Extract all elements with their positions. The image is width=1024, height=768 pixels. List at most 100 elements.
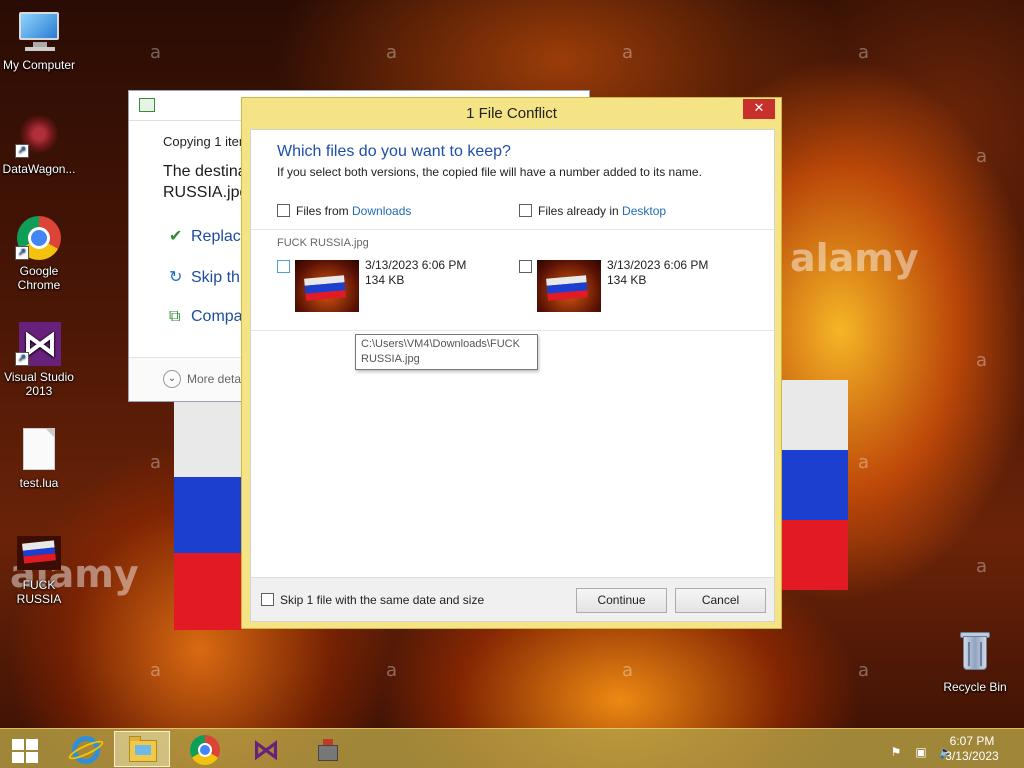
start-button[interactable]: [0, 731, 56, 767]
datawagon-icon: ↗: [15, 112, 63, 160]
shortcut-arrow-icon: ↗: [15, 246, 29, 260]
start-icon: [12, 739, 38, 763]
skip-option[interactable]: ↻ Skip th: [169, 267, 240, 287]
close-button[interactable]: ✕: [743, 99, 775, 119]
dialog-question: Which files do you want to keep?: [277, 143, 511, 160]
desktop-icon-label: FUCK RUSSIA: [16, 578, 62, 606]
chevron-down-icon: ⌄: [163, 370, 181, 388]
source-file-size: 134 KB: [365, 273, 405, 287]
dest-file-checkbox[interactable]: [519, 260, 532, 273]
compare-option[interactable]: ⧉ Compa: [169, 308, 243, 326]
source-file-checkbox[interactable]: [277, 260, 290, 273]
watermark-letter: a: [976, 146, 988, 167]
checkbox[interactable]: [277, 204, 290, 217]
dialog-titlebar[interactable]: 1 File Conflict ✕: [242, 98, 781, 128]
more-details-label: More deta: [187, 372, 242, 386]
copy-window-icon: [139, 98, 155, 112]
file-conflict-dialog[interactable]: 1 File Conflict ✕ Which files do you wan…: [241, 97, 782, 629]
taskbar-file-explorer[interactable]: [114, 731, 170, 767]
clock-time: 6:07 PM: [949, 734, 995, 748]
replace-option[interactable]: ✔ Replace: [169, 226, 250, 246]
watermark-letter: a: [150, 660, 162, 681]
continue-button[interactable]: Continue: [576, 588, 667, 613]
app-icon: [314, 737, 342, 763]
checkbox[interactable]: [261, 593, 274, 606]
compare-icon: ⧉: [169, 308, 181, 325]
dialog-body: Which files do you want to keep? If you …: [250, 129, 775, 622]
desktop-icon-label: My Computer: [2, 58, 76, 72]
conflict-file-name: FUCK RUSSIA.jpg: [277, 237, 369, 249]
desktop-icon-google-chrome[interactable]: ↗ Google Chrome: [0, 214, 78, 292]
dest-file-option[interactable]: 3/13/2023 6:06 PM 134 KB: [519, 258, 749, 316]
desktop-icon-label: DataWagon...: [2, 162, 76, 176]
background-flag-right: [782, 380, 848, 590]
chrome-icon: ↗: [15, 214, 63, 262]
copy-status-text: Copying 1 item: [163, 134, 250, 149]
source-file-meta: 3/13/2023 6:06 PM 134 KB: [365, 258, 466, 288]
dialog-hint: If you select both versions, the copied …: [277, 165, 702, 179]
copy-destination-text: The destina RUSSIA.jpg: [163, 163, 249, 201]
close-icon: ✕: [753, 101, 765, 116]
desktop-icon-test-lua[interactable]: test.lua: [0, 426, 78, 490]
network-icon[interactable]: ▣: [913, 744, 929, 760]
shortcut-arrow-icon: ↗: [15, 352, 29, 366]
desktop-icon-label: Google Chrome: [17, 264, 61, 292]
desktop-icon-datawagon[interactable]: ↗ DataWagon...: [0, 112, 78, 176]
watermark-letter: a: [858, 452, 870, 473]
chrome-icon: [190, 735, 220, 765]
watermark-letter: a: [858, 660, 870, 681]
dest-files-checkbox[interactable]: Files already in Desktop: [519, 204, 666, 218]
desktop-icon-label: Visual Studio 2013: [4, 370, 74, 398]
internet-explorer-icon: [66, 736, 106, 764]
desktop-icon-recycle-bin[interactable]: Recycle Bin: [936, 630, 1014, 694]
desktop-icon-fuck-russia[interactable]: FUCK RUSSIA: [0, 528, 78, 606]
path-tooltip: C:\Users\VM4\Downloads\FUCK RUSSIA.jpg: [355, 334, 538, 370]
check-icon: ✔: [169, 228, 183, 245]
watermark-letter: a: [150, 42, 162, 63]
divider: [251, 330, 774, 331]
watermark-text: alamy: [790, 236, 919, 280]
desktop-icon-label: Recycle Bin: [943, 680, 1007, 694]
dest-file-date: 3/13/2023 6:06 PM: [607, 258, 709, 272]
desktop-icon-my-computer[interactable]: My Computer: [0, 8, 78, 72]
skip-same-files-checkbox[interactable]: Skip 1 file with the same date and size: [261, 593, 484, 607]
file-explorer-icon: [129, 736, 157, 762]
cancel-button[interactable]: Cancel: [675, 588, 766, 613]
divider: [251, 229, 774, 230]
visual-studio-icon: ⋈: [252, 733, 280, 766]
taskbar-app[interactable]: [300, 731, 356, 767]
taskbar-chrome[interactable]: [176, 731, 232, 767]
image-file-icon: [15, 528, 63, 576]
background-flag-left: [174, 400, 242, 630]
desktop-icon-visual-studio[interactable]: ⋈ ↗ Visual Studio 2013: [0, 320, 78, 398]
checkbox[interactable]: [519, 204, 532, 217]
desktop-icon-label: test.lua: [19, 476, 59, 490]
taskbar-clock[interactable]: 6:07 PM 3/13/2023: [940, 734, 1004, 764]
lua-file-icon: [15, 426, 63, 474]
watermark-letter: a: [622, 42, 634, 63]
source-files-checkbox[interactable]: Files from Downloads: [277, 204, 411, 218]
taskbar-internet-explorer[interactable]: [56, 731, 112, 767]
dest-file-size: 134 KB: [607, 273, 647, 287]
taskbar-visual-studio[interactable]: ⋈: [238, 731, 294, 767]
watermark-letter: a: [150, 452, 162, 473]
watermark-letter: a: [622, 660, 634, 681]
computer-icon: [15, 8, 63, 56]
watermark-letter: a: [858, 42, 870, 63]
taskbar: ⋈ ⚑ ▣ 🔈 6:07 PM 3/13/2023: [0, 728, 1024, 768]
skip-arrow-icon: ↻: [169, 269, 183, 286]
shortcut-arrow-icon: ↗: [15, 144, 29, 158]
clock-date: 3/13/2023: [945, 749, 999, 763]
source-file-option[interactable]: 3/13/2023 6:06 PM 134 KB: [277, 258, 507, 316]
source-file-thumbnail[interactable]: [295, 260, 359, 312]
desktop-link[interactable]: Desktop: [622, 204, 666, 218]
dialog-footer: Skip 1 file with the same date and size …: [251, 577, 774, 621]
action-center-flag-icon[interactable]: ⚑: [888, 744, 904, 760]
downloads-link[interactable]: Downloads: [352, 204, 411, 218]
recycle-bin-icon: [951, 630, 999, 678]
dest-file-thumbnail[interactable]: [537, 260, 601, 312]
watermark-letter: a: [976, 556, 988, 577]
dialog-title: 1 File Conflict: [466, 105, 557, 122]
watermark-letter: a: [976, 350, 988, 371]
dest-file-meta: 3/13/2023 6:06 PM 134 KB: [607, 258, 708, 288]
